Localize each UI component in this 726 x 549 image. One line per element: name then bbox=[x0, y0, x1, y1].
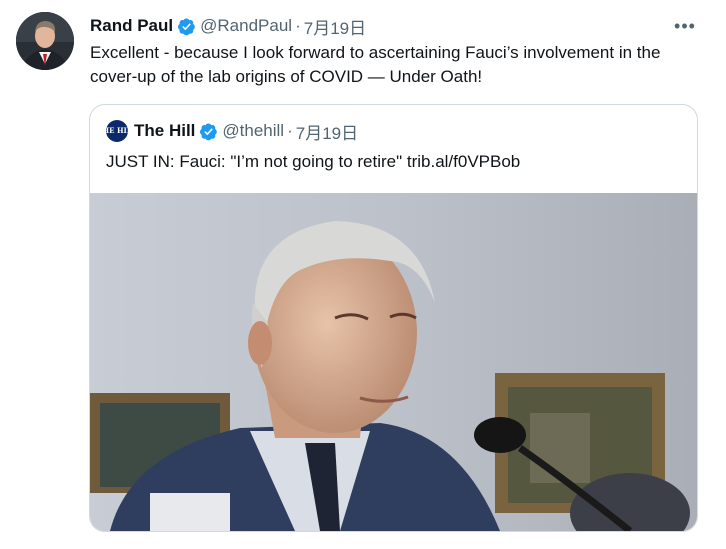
tweet-date[interactable]: 7月19日 bbox=[304, 14, 366, 39]
quoted-tweet-photo[interactable] bbox=[90, 193, 697, 531]
quoted-tweet-date[interactable]: 7月19日 bbox=[296, 119, 358, 144]
verified-badge-icon bbox=[200, 122, 218, 140]
tweet-text: Excellent - because I look forward to as… bbox=[90, 43, 661, 86]
quoted-author-name[interactable]: The Hill bbox=[134, 121, 195, 141]
tweet[interactable]: Rand Paul @RandPaul · 7月19日 ••• Excellen… bbox=[0, 0, 726, 549]
quoted-tweet[interactable]: THE HILL The Hill @thehill · 7月19日 JUST … bbox=[89, 104, 698, 532]
quoted-author-handle[interactable]: @thehill bbox=[222, 121, 284, 141]
more-options-icon[interactable]: ••• bbox=[668, 14, 702, 38]
author-handle[interactable]: @RandPaul bbox=[200, 16, 292, 36]
quoted-author-avatar[interactable]: THE HILL bbox=[97, 120, 137, 142]
separator-dot: · bbox=[295, 16, 301, 35]
author-avatar[interactable] bbox=[16, 12, 74, 70]
author-name[interactable]: Rand Paul bbox=[90, 16, 173, 36]
quoted-tweet-header: THE HILL The Hill @thehill · 7月19日 bbox=[97, 119, 358, 144]
avatar-portrait-icon bbox=[16, 12, 74, 70]
quoted-tweet-text: JUST IN: Fauci: "I’m not going to retire… bbox=[106, 152, 521, 171]
verified-badge-icon bbox=[178, 17, 195, 35]
separator-dot: · bbox=[287, 121, 293, 140]
tweet-header: Rand Paul @RandPaul · 7月19日 bbox=[90, 14, 366, 38]
